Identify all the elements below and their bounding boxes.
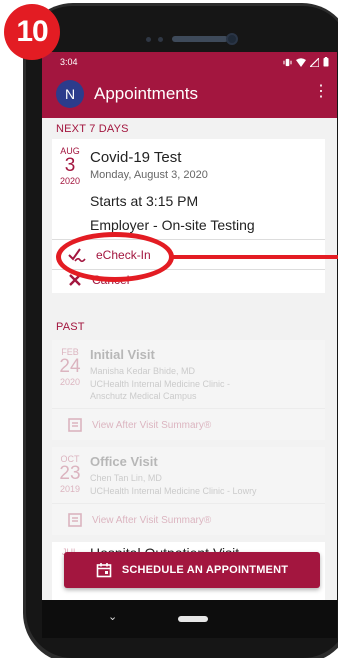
document-icon bbox=[68, 513, 82, 527]
android-navigation-bar: ⌄ bbox=[42, 600, 337, 638]
status-bar: 3:04 bbox=[42, 52, 337, 72]
echeckin-callout-line bbox=[172, 255, 338, 259]
page-title: Appointments bbox=[94, 84, 198, 103]
view-summary-button[interactable]: View After Visit Summary® bbox=[68, 418, 211, 432]
status-time: 3:04 bbox=[60, 57, 78, 67]
wifi-icon bbox=[296, 57, 306, 67]
status-icons bbox=[283, 57, 329, 67]
appointment-start-time: Starts at 3:15 PM bbox=[90, 193, 199, 209]
appointment-location-line: UCHealth Internal Medicine Clinic - bbox=[90, 379, 231, 389]
appointment-location-line: UCHealth Internal Medicine Clinic - Lowr… bbox=[90, 486, 257, 496]
view-summary-button[interactable]: View After Visit Summary® bbox=[68, 513, 211, 527]
appointment-date-block: OCT 23 2019 bbox=[58, 454, 82, 494]
speaker-grille bbox=[172, 36, 228, 42]
card-divider bbox=[52, 503, 325, 504]
nav-back-chevron-icon[interactable]: ⌄ bbox=[108, 610, 117, 623]
appointment-day: 23 bbox=[59, 463, 81, 484]
battery-icon bbox=[323, 57, 329, 67]
app-bar: N Appointments ⋮ bbox=[42, 72, 337, 118]
appointment-year: 2020 bbox=[59, 176, 81, 186]
appointment-location: Employer - On-site Testing bbox=[90, 217, 255, 233]
calendar-icon bbox=[96, 563, 112, 578]
user-avatar[interactable]: N bbox=[56, 80, 84, 108]
appointment-location-line: Anschutz Medical Campus bbox=[90, 391, 197, 401]
more-options-icon[interactable]: ⋮ bbox=[313, 84, 329, 100]
schedule-appointment-label: SCHEDULE AN APPOINTMENT bbox=[121, 564, 289, 576]
front-camera bbox=[226, 33, 238, 45]
appointment-title: Initial Visit bbox=[90, 347, 155, 362]
appointment-day: 3 bbox=[64, 155, 76, 176]
card-divider bbox=[52, 408, 325, 409]
appointment-provider: Chen Tan Lin, MD bbox=[90, 473, 162, 483]
appointment-year: 2019 bbox=[59, 484, 81, 494]
appointment-provider: Manisha Kedar Bhide, MD bbox=[90, 366, 196, 376]
sensor-dot bbox=[158, 37, 163, 42]
appointment-date-block: AUG 3 2020 bbox=[58, 146, 82, 186]
echeckin-highlight-ring bbox=[56, 232, 174, 282]
appointment-date-text: Monday, August 3, 2020 bbox=[90, 169, 208, 181]
step-number-badge: 10 bbox=[4, 4, 60, 60]
phone-screen: 3:04 N Appointments ⋮ NEXT 7 DAYS AUG 3 … bbox=[42, 52, 337, 600]
schedule-appointment-button[interactable]: SCHEDULE AN APPOINTMENT bbox=[64, 552, 320, 588]
appointment-year: 2020 bbox=[59, 377, 81, 387]
section-label-next-7-days: NEXT 7 DAYS bbox=[56, 123, 129, 135]
section-label-past: PAST bbox=[56, 321, 85, 333]
view-summary-label: View After Visit Summary® bbox=[92, 514, 212, 526]
view-summary-label: View After Visit Summary® bbox=[92, 419, 212, 431]
appointment-card-past[interactable]: OCT 23 2019 Office Visit Chen Tan Lin, M… bbox=[52, 447, 325, 535]
document-icon bbox=[68, 418, 82, 432]
signal-icon bbox=[310, 57, 319, 67]
appointment-title: Covid-19 Test bbox=[90, 149, 182, 166]
appointment-day: 24 bbox=[59, 356, 81, 377]
appointment-card-past[interactable]: FEB 24 2020 Initial Visit Manisha Kedar … bbox=[52, 340, 325, 440]
appointment-title: Office Visit bbox=[90, 454, 158, 469]
vibrate-icon bbox=[283, 58, 292, 66]
sensor-dot bbox=[146, 37, 151, 42]
nav-home-pill[interactable] bbox=[178, 616, 208, 622]
appointment-date-block: FEB 24 2020 bbox=[58, 347, 82, 387]
